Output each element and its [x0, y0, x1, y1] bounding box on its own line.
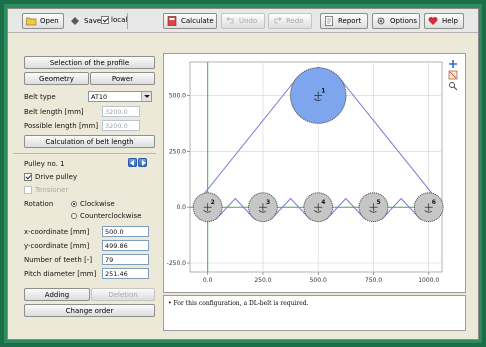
y-tick-label: 0.0: [176, 204, 186, 211]
counterclockwise-radio[interactable]: [71, 213, 77, 219]
teeth-field[interactable]: 79: [102, 254, 149, 265]
report-button[interactable]: Report: [320, 13, 368, 29]
adding-button[interactable]: Adding: [24, 288, 90, 301]
calculate-button[interactable]: Calculate: [163, 13, 217, 29]
options-button[interactable]: Options: [372, 13, 420, 29]
help-label: Help: [442, 17, 458, 25]
pitch-diameter-label: Pitch diameter [mm]: [24, 270, 97, 278]
help-icon: [428, 16, 439, 26]
tensioner-checkbox[interactable]: [24, 186, 32, 194]
y-tick-label: 500.0: [169, 93, 186, 100]
pitch-diameter-field[interactable]: 251.46: [102, 268, 149, 279]
pulley-label: 1: [321, 88, 325, 95]
magnifier-icon: [449, 82, 455, 88]
tab-power[interactable]: Power: [90, 72, 155, 85]
pulley-label: 4: [321, 199, 325, 206]
options-label: Options: [390, 17, 418, 25]
clockwise-label: Clockwise: [80, 200, 115, 208]
message-line: • For this configuration, a DL-belt is r…: [168, 300, 309, 307]
undo-button[interactable]: Undo: [221, 13, 265, 29]
prev-pulley-icon[interactable]: [128, 158, 137, 167]
message-text: For this configuration, a DL-belt is req…: [173, 300, 309, 307]
message-panel: • For this configuration, a DL-belt is r…: [163, 295, 466, 331]
x-coordinate-field[interactable]: 500.0: [102, 226, 149, 237]
pulley-label: 5: [376, 199, 380, 206]
calculate-label: Calculate: [181, 17, 214, 25]
help-button[interactable]: Help: [424, 13, 464, 29]
tab-geometry[interactable]: Geometry: [24, 72, 89, 85]
save-button[interactable]: Save: [67, 13, 102, 29]
belt-type-value: AT10: [91, 93, 108, 101]
local-label: local: [111, 16, 128, 24]
geometry-panel: Selection of the profile Geometry Power …: [13, 46, 156, 336]
change-order-button[interactable]: Change order: [24, 304, 155, 317]
x-tick-label: 1000.0: [418, 277, 439, 284]
pulley-label: 2: [211, 199, 215, 206]
x-tick-label: 0.0: [203, 277, 213, 284]
toolbar-separator: [127, 13, 128, 29]
x-tick-label: 750.0: [365, 277, 382, 284]
undo-icon: [225, 16, 236, 26]
save-label: Save: [84, 17, 102, 25]
deletion-button[interactable]: Deletion: [91, 288, 155, 301]
app-window: Open Save local Calculate Undo Redo Repo…: [7, 8, 479, 340]
tensioner-label: Tensioner: [35, 186, 69, 194]
belt-type-select[interactable]: AT10: [88, 91, 152, 102]
report-label: Report: [338, 17, 362, 25]
y-coordinate-field[interactable]: 499.86: [102, 240, 149, 251]
layout-chart[interactable]: 0.0 250.0 500.0 750.0 1000.0 500.0 250.0 0.0 -25…: [163, 53, 466, 293]
belt-length-field[interactable]: 3200.0: [102, 106, 140, 117]
y-tick-label: 250.0: [169, 148, 186, 155]
undo-label: Undo: [239, 17, 258, 25]
x-coordinate-label: x-coordinate [mm]: [24, 228, 90, 236]
open-button[interactable]: Open: [22, 13, 64, 29]
toolbar: Open Save local Calculate Undo Redo Repo…: [8, 9, 478, 33]
y-tick-label: -250.0: [167, 260, 187, 267]
pulley-number: Pulley no. 1: [24, 160, 65, 168]
y-coordinate-label: y-coordinate [mm]: [24, 242, 90, 250]
save-icon: [70, 16, 81, 26]
possible-length-field[interactable]: 3200.0: [102, 120, 140, 131]
local-checkbox[interactable]: local: [101, 16, 127, 24]
magnifier-handle: [453, 86, 458, 91]
redo-label: Redo: [286, 17, 304, 25]
local-checkbox-box[interactable]: [101, 16, 109, 24]
redo-button[interactable]: Redo: [268, 13, 312, 29]
redo-icon: [272, 16, 283, 26]
chevron-down-icon[interactable]: [141, 92, 151, 101]
drive-pulley-label: Drive pulley: [35, 173, 78, 181]
pulley-label: 6: [432, 199, 436, 206]
bullet: •: [168, 300, 172, 307]
open-label: Open: [40, 17, 59, 25]
teeth-label: Number of teeth [-]: [24, 256, 93, 264]
selection-profile-button[interactable]: Selection of the profile: [24, 56, 155, 69]
layout-chart-svg[interactable]: 0.0 250.0 500.0 750.0 1000.0 500.0 250.0 0.0 -25…: [164, 54, 465, 292]
pulley-label: 3: [266, 199, 270, 206]
calculator-icon: [167, 16, 178, 26]
belt-type-label: Belt type: [24, 93, 56, 101]
folder-icon: [26, 16, 37, 26]
clockwise-radio[interactable]: [71, 201, 77, 207]
drive-pulley-checkbox[interactable]: [24, 173, 32, 181]
x-tick-label: 500.0: [310, 277, 327, 284]
section-divider: [13, 153, 156, 154]
next-pulley-icon[interactable]: [138, 158, 147, 167]
x-tick-label: 250.0: [254, 277, 271, 284]
report-icon: [324, 16, 335, 26]
rotation-label: Rotation: [24, 200, 54, 208]
possible-length-label: Possible length [mm]: [24, 122, 99, 130]
belt-length-label: Belt length [mm]: [24, 108, 84, 116]
counterclockwise-label: Counterclockwise: [80, 212, 142, 220]
calc-belt-length-button[interactable]: Calculation of belt length: [24, 135, 155, 148]
options-icon: [376, 16, 387, 26]
